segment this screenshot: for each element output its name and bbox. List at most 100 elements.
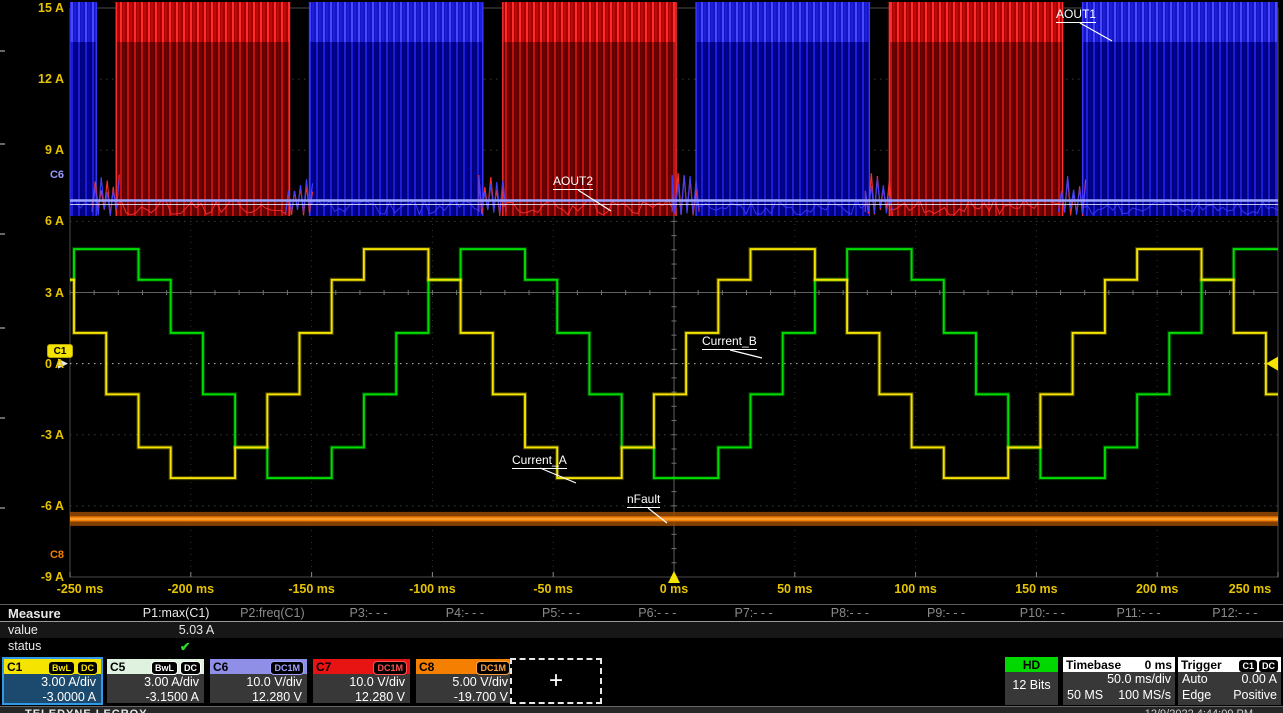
annotation-current_b[interactable]: Current_B (702, 334, 757, 350)
channel-id: C6 (213, 659, 229, 674)
bit-depth: 12 Bits (1012, 678, 1051, 692)
measure-panel: Measure P1:max(C1) P2:freq(C1) P3:- - - P4:… (0, 604, 1283, 654)
x-axis-label: -50 ms (533, 582, 573, 596)
waveform-display (58, 2, 1279, 583)
timebase-offset: 0 ms (1144, 657, 1172, 672)
channel-descriptor-c8[interactable]: C8 DC1M 5.00 V/div -19.700 V (414, 657, 515, 705)
channel-settings: 3.00 A/div -3.1500 A (107, 674, 204, 704)
hd-badge: HD (1022, 657, 1041, 672)
oscilloscope-screen: 15 A 12 A9 A6 A3 A0 A -3 A -6 A -9 A -250 ms… (0, 0, 1283, 713)
y-axis-label: 3 A (45, 285, 64, 300)
measure-param-11[interactable]: P11:- - - (1091, 606, 1187, 620)
channel-descriptor-c5[interactable]: C5 BwL DC 3.00 A/div -3.1500 A (105, 657, 206, 705)
brand-logo: TELEDYNE LECROY (25, 708, 148, 713)
channel-scale: 10.0 V/div (349, 675, 405, 689)
channel-scale: 10.0 V/div (246, 675, 302, 689)
annotation-line (729, 349, 763, 359)
measure-param-7[interactable]: P7:- - - (706, 606, 802, 620)
channel-id: C8 (419, 659, 435, 674)
measure-param-9[interactable]: P9:- - - (898, 606, 994, 620)
y-axis-label: -6 A (40, 498, 64, 513)
channel-header: C5 BwL DC (107, 659, 204, 675)
badge-dc1m: DC1M (476, 660, 510, 675)
channel-settings: 10.0 V/div 12.280 V (210, 674, 307, 704)
channel-marker-c6[interactable]: C6 (40, 169, 64, 181)
channel-descriptor-c1[interactable]: C1 BwL DC 3.00 A/div -3.0000 A (2, 657, 103, 705)
edge-tick (0, 327, 5, 329)
channel-scale: 3.00 A/div (144, 675, 199, 689)
timebase-box[interactable]: Timebase 0 ms 50.0 ms/div 50 MS 100 MS/s (1063, 657, 1175, 705)
annotation-aout2[interactable]: AOUT2 (553, 174, 594, 190)
measure-param-3[interactable]: P3:- - - (321, 606, 417, 620)
channel-header: C1 BwL DC (4, 658, 101, 676)
measure-param-6[interactable]: P6:- - - (609, 606, 705, 620)
trigger-slope: Positive (1233, 687, 1277, 702)
trigger-badge-dc: DC (1259, 659, 1278, 672)
measure-title: Measure (8, 605, 61, 621)
edge-tick (0, 233, 5, 235)
channel-offset: -3.0000 A (42, 689, 96, 704)
annotation-nfault[interactable]: nFault (627, 492, 661, 508)
x-axis-label: 100 ms (894, 582, 937, 596)
timebase-rate: 100 MS/s (1118, 687, 1171, 702)
measure-param-8[interactable]: P8:- - - (802, 606, 898, 620)
y-axis-label: 6 A (45, 214, 64, 229)
y-axis-label: 15 A (38, 1, 64, 15)
channel-badges: DC1M (268, 658, 304, 676)
channel-offset: -3.1500 A (145, 689, 199, 704)
y-axis-label: 12 A (38, 72, 64, 87)
x-axis-label: -150 ms (288, 582, 335, 596)
measure-param-2[interactable]: P2:freq(C1) (224, 606, 320, 620)
measure-param-4[interactable]: P4:- - - (417, 606, 513, 620)
channel-header: C8 DC1M (416, 658, 513, 676)
x-axis-label: 0 ms (659, 582, 689, 596)
measure-param-5[interactable]: P5:- - - (513, 606, 609, 620)
trigger-level: 0.00 A (1241, 672, 1277, 686)
badge-bwl: BwL (151, 660, 178, 675)
badge-dc1m: DC1M (373, 660, 407, 675)
trigger-title: Trigger (1181, 657, 1222, 672)
channel-descriptor-c7[interactable]: C7 DC1M 10.0 V/div 12.280 V (311, 657, 412, 705)
add-channel-button[interactable]: + (510, 658, 602, 704)
channel-scale: 3.00 A/div (41, 675, 96, 689)
channel-descriptor-c6[interactable]: C6 DC1M 10.0 V/div 12.280 V (208, 657, 309, 705)
x-axis-label: 50 ms (777, 582, 813, 596)
measure-value-row-label: value (8, 623, 38, 637)
measure-param-12[interactable]: P12:- - - (1187, 606, 1283, 620)
channel-badges: DC1M (371, 658, 407, 676)
badge-dc1m: DC1M (270, 660, 304, 675)
measure-value-1: 5.03 A (178, 623, 215, 637)
x-axis-label: -250 ms (56, 582, 104, 596)
edge-tick (0, 417, 5, 419)
channel-settings: 3.00 A/div -3.0000 A (4, 674, 101, 704)
y-axis-label: -3 A (40, 427, 64, 442)
acquisition-box[interactable]: HD 12 Bits (1005, 657, 1058, 705)
annotation-aout1[interactable]: AOUT1 (1056, 7, 1097, 23)
channel-marker-c8[interactable]: C8 (40, 549, 64, 561)
channel-offset: 12.280 V (251, 689, 302, 704)
channel-settings: 10.0 V/div 12.280 V (313, 674, 410, 704)
channel-id: C5 (110, 659, 126, 674)
trigger-source-badges: C1 DC (1237, 658, 1278, 672)
channel-marker-c1[interactable]: C1 (47, 344, 73, 358)
trigger-box[interactable]: Trigger C1 DC Auto 0.00 A Edge Positive (1178, 657, 1281, 705)
measure-status-row-label: status (8, 639, 42, 653)
timebase-samples: 50 MS (1067, 687, 1104, 702)
channel-header: C7 DC1M (313, 658, 410, 676)
channel-offset: -19.700 V (453, 689, 508, 704)
channel-header: C6 DC1M (210, 658, 307, 676)
channel-offset: 12.280 V (354, 689, 405, 704)
channel-descriptor-bar: C8 DC1M 5.00 V/div -19.700 V C7 DC1M 10.0 V/di… (0, 657, 1283, 705)
x-axis-label: 250 ms (1228, 582, 1272, 596)
timebase-scale: 50.0 ms/div (1107, 672, 1171, 686)
edge-tick (0, 507, 5, 509)
badge-dc: DC (77, 660, 98, 675)
badge-bwl: BwL (48, 660, 75, 675)
measure-param-10[interactable]: P10:- - - (994, 606, 1090, 620)
annotation-current_a[interactable]: Current_A (512, 453, 567, 469)
channel-badges: DC1M (474, 658, 510, 676)
x-axis-label: -200 ms (167, 582, 215, 596)
timebase-title: Timebase (1066, 657, 1122, 672)
channel-badges: BwL DC (46, 658, 98, 676)
measure-param-1[interactable]: P1:max(C1) (128, 606, 224, 620)
